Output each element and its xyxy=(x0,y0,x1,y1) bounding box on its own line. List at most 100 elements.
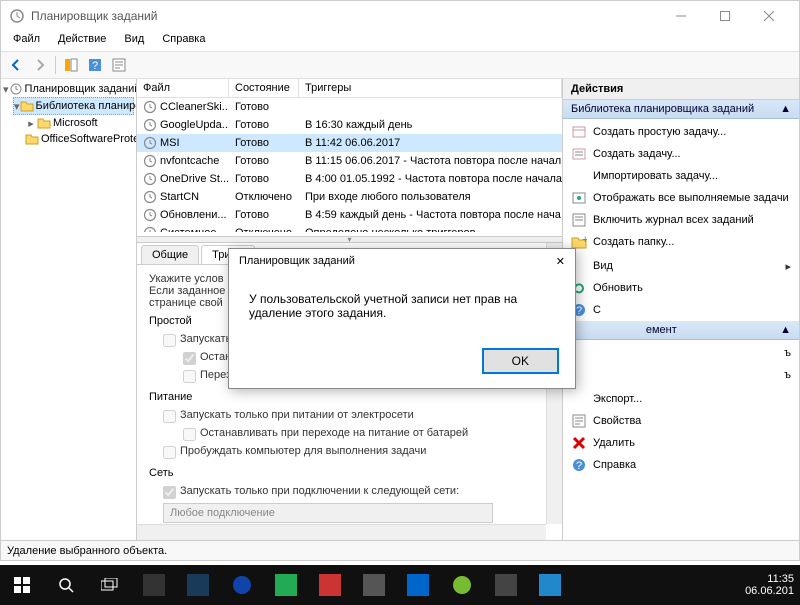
properties-button[interactable] xyxy=(108,54,130,76)
menu-file[interactable]: Файл xyxy=(5,31,48,51)
task-row[interactable]: Обновлени...ГотовоВ 4:59 каждый день - Ч… xyxy=(137,206,562,224)
forward-button[interactable] xyxy=(29,54,51,76)
close-button[interactable] xyxy=(747,2,791,30)
task-view-button[interactable] xyxy=(88,565,132,605)
action-item[interactable]: ъ xyxy=(563,342,799,364)
task-body: CCleanerSki...ГотовоGoogleUpda...ГотовоВ… xyxy=(137,98,562,232)
task-row[interactable]: MSIГотовоВ 11:42 06.06.2017 xyxy=(137,134,562,152)
action-label: Включить журнал всех заданий xyxy=(593,214,754,226)
tree-library[interactable]: ▾Библиотека планировщ xyxy=(13,97,134,115)
action-icon xyxy=(571,168,587,184)
action-icon xyxy=(571,146,587,162)
taskbar-app-5[interactable] xyxy=(308,565,352,605)
action-icon xyxy=(571,124,587,140)
actions-section2[interactable]: Выбранный элемент▲ xyxy=(563,321,799,340)
svg-text:?: ? xyxy=(576,460,582,472)
action-item[interactable]: Создать простую задачу... xyxy=(563,121,799,143)
collapse-icon: ▲ xyxy=(780,103,791,115)
taskbar-app-10[interactable] xyxy=(528,565,572,605)
submenu-arrow-icon: ▸ xyxy=(785,260,791,273)
menu-help[interactable]: Справка xyxy=(154,31,213,51)
taskbar-app-4[interactable] xyxy=(264,565,308,605)
dialog-message: У пользовательской учетной записи нет пр… xyxy=(229,274,575,338)
help-button[interactable]: ? xyxy=(84,54,106,76)
task-row[interactable]: OneDrive St...ГотовоВ 4:00 01.05.1992 - … xyxy=(137,170,562,188)
action-label: Импортировать задачу... xyxy=(593,170,718,182)
clock-icon xyxy=(143,172,157,186)
svg-text:?: ? xyxy=(576,305,582,317)
actions-panel: Действия Библиотека планировщика заданий… xyxy=(563,79,799,540)
task-row[interactable]: Системное ...ОтключеноОпределено несколь… xyxy=(137,224,562,232)
search-button[interactable] xyxy=(44,565,88,605)
tab-general[interactable]: Общие xyxy=(141,245,199,264)
task-state: Готово xyxy=(229,207,299,223)
clock-icon xyxy=(143,208,157,222)
action-properties[interactable]: Свойства xyxy=(563,410,799,432)
taskbar-app-6[interactable] xyxy=(352,565,396,605)
action-label: Создать папку... xyxy=(593,236,674,248)
task-trigger xyxy=(299,105,562,109)
svg-text:?: ? xyxy=(92,60,98,72)
status-text: Удаление выбранного объекта. xyxy=(7,545,167,557)
clock-icon xyxy=(143,190,157,204)
action-help1[interactable]: ?С xyxy=(563,299,799,321)
dialog-ok-button[interactable]: OK xyxy=(482,348,559,374)
task-row[interactable]: CCleanerSki...Готово xyxy=(137,98,562,116)
tree-microsoft[interactable]: ▸Microsoft xyxy=(25,115,134,131)
taskbar-app-1[interactable] xyxy=(132,565,176,605)
action-item[interactable]: + Создать папку... xyxy=(563,231,799,253)
task-row[interactable]: StartCNОтключеноПри входе любого пользов… xyxy=(137,188,562,206)
action-item[interactable]: Создать задачу... xyxy=(563,143,799,165)
taskbar-app-3[interactable] xyxy=(220,565,264,605)
task-name: GoogleUpda... xyxy=(160,119,229,131)
task-row[interactable]: GoogleUpda...ГотовоВ 16:30 каждый день xyxy=(137,116,562,134)
task-row[interactable]: nvfontcacheГотовоВ 11:15 06.06.2017 - Ча… xyxy=(137,152,562,170)
group-power-title: Питание xyxy=(149,391,550,403)
menubar: Файл Действие Вид Справка xyxy=(1,31,799,51)
maximize-button[interactable] xyxy=(703,2,747,30)
taskbar-app-2[interactable] xyxy=(176,565,220,605)
tree-osp[interactable]: OfficeSoftwareProtect xyxy=(25,131,134,147)
dialog-close-icon[interactable]: ✕ xyxy=(556,255,565,268)
chk-power-stop[interactable]: Останавливать при переходе на питание от… xyxy=(149,425,550,443)
actions-section1[interactable]: Библиотека планировщика заданий▲ xyxy=(563,100,799,119)
action-view[interactable]: Вид▸ xyxy=(563,255,799,277)
svg-text:+: + xyxy=(582,234,587,246)
taskbar-app-7[interactable] xyxy=(396,565,440,605)
action-item[interactable]: Включить журнал всех заданий xyxy=(563,209,799,231)
taskbar: 11:3506.06.201 xyxy=(0,565,800,605)
combo-net[interactable]: Любое подключение xyxy=(163,503,493,523)
taskbar-app-8[interactable] xyxy=(440,565,484,605)
details-scroll-h[interactable] xyxy=(137,524,546,540)
menu-view[interactable]: Вид xyxy=(116,31,152,51)
chk-power-ac[interactable]: Запускать только при питании от электрос… xyxy=(149,407,550,425)
action-item[interactable]: Импортировать задачу... xyxy=(563,165,799,187)
clock-date: 06.06.201 xyxy=(745,585,794,597)
chk-power-wake[interactable]: Пробуждать компьютер для выполнения зада… xyxy=(149,443,550,461)
minimize-button[interactable] xyxy=(659,2,703,30)
action-help2[interactable]: ?Справка xyxy=(563,454,799,476)
collapse-icon: ▲ xyxy=(780,324,791,336)
action-label: Создать простую задачу... xyxy=(593,126,726,138)
tree-root[interactable]: ▾Планировщик заданий (Лок xyxy=(3,81,134,97)
back-button[interactable] xyxy=(5,54,27,76)
action-label: Создать задачу... xyxy=(593,148,681,160)
tray[interactable]: 11:3506.06.201 xyxy=(745,573,800,597)
col-triggers[interactable]: Триггеры xyxy=(299,79,562,97)
chk-net[interactable]: Запускать только при подключении к следу… xyxy=(149,483,550,501)
show-hide-tree-button[interactable] xyxy=(60,54,82,76)
action-delete[interactable]: Удалить xyxy=(563,432,799,454)
taskbar-app-9[interactable] xyxy=(484,565,528,605)
menu-action[interactable]: Действие xyxy=(50,31,114,51)
task-header: Файл Состояние Триггеры xyxy=(137,79,562,98)
clock-icon xyxy=(143,226,157,232)
action-item[interactable]: ъ xyxy=(563,364,799,386)
action-refresh[interactable]: Обновить xyxy=(563,277,799,299)
action-export[interactable]: Экспорт... xyxy=(563,388,799,410)
action-item[interactable]: Отображать все выполняемые задачи xyxy=(563,187,799,209)
task-trigger: В 16:30 каждый день xyxy=(299,117,562,133)
col-state[interactable]: Состояние xyxy=(229,79,299,97)
col-name[interactable]: Файл xyxy=(137,79,229,97)
tree-library-label: Библиотека планировщ xyxy=(36,100,137,112)
start-button[interactable] xyxy=(0,565,44,605)
